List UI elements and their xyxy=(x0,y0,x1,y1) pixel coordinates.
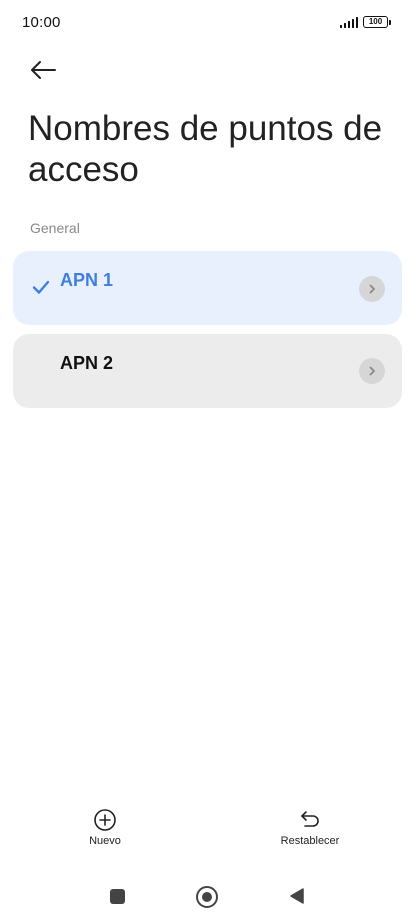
home-icon[interactable] xyxy=(196,886,218,908)
reset-button[interactable]: Restablecer xyxy=(274,808,346,847)
apn-name: APN 2 xyxy=(60,353,114,373)
undo-icon xyxy=(301,811,319,827)
add-circle-icon xyxy=(94,809,116,831)
apn-item-2[interactable]: APN 2 xyxy=(13,334,402,408)
section-label: General xyxy=(30,220,80,236)
chevron-right-icon[interactable] xyxy=(359,276,385,302)
status-icons: 100 xyxy=(339,16,391,28)
battery-icon: 100 xyxy=(363,16,391,28)
check-icon xyxy=(32,280,50,294)
back-triangle-icon[interactable] xyxy=(288,887,306,905)
back-button[interactable] xyxy=(26,54,60,86)
new-apn-button[interactable]: Nuevo xyxy=(85,808,125,847)
page-title: Nombres de puntos de acceso xyxy=(28,109,383,189)
chevron-right-icon[interactable] xyxy=(359,358,385,384)
battery-level: 100 xyxy=(363,16,388,28)
arrow-left-icon xyxy=(31,61,56,79)
reset-label: Restablecer xyxy=(280,835,340,847)
screen: 10:00 100 Nombres de puntos de acceso Ge… xyxy=(0,0,415,923)
navigation-bar xyxy=(0,878,415,916)
status-bar: 10:00 100 xyxy=(0,0,415,44)
new-apn-label: Nuevo xyxy=(89,835,121,847)
signal-icon xyxy=(339,16,358,28)
apn-name: APN 1 xyxy=(60,270,114,290)
apn-item-1[interactable]: APN 1 xyxy=(13,251,402,325)
recents-icon[interactable] xyxy=(110,889,125,904)
status-time: 10:00 xyxy=(22,13,61,31)
